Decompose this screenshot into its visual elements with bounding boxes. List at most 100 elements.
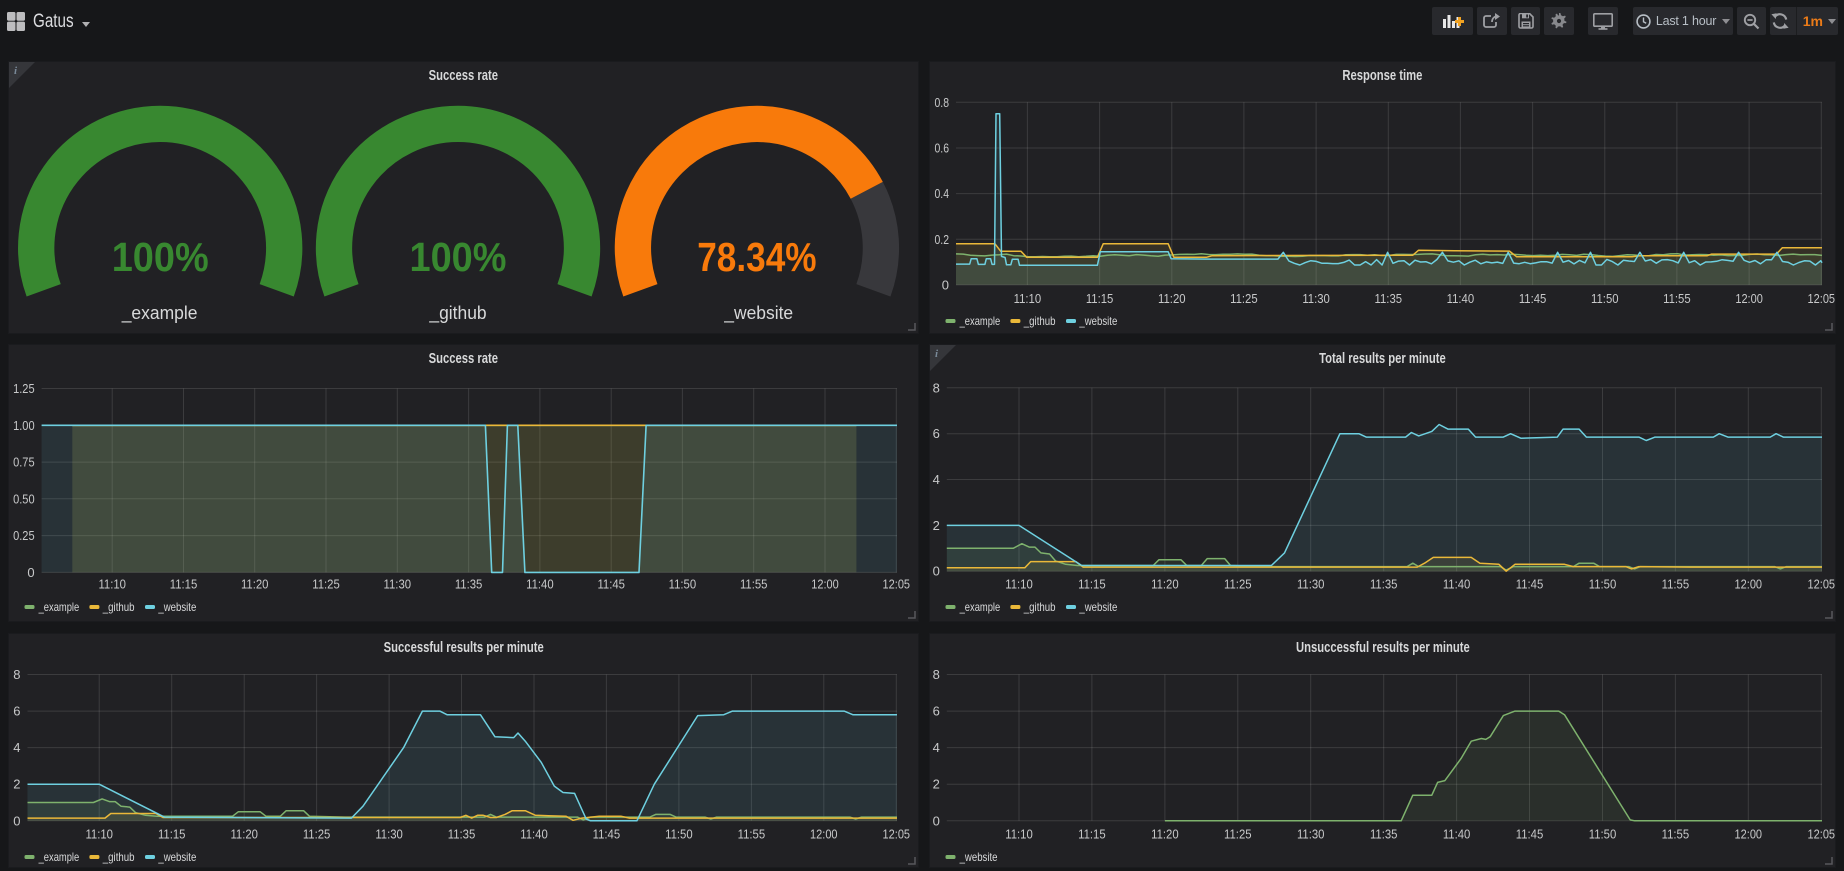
svg-text:1.00: 1.00 [13,418,35,433]
svg-text:4: 4 [933,472,940,487]
svg-text:11:30: 11:30 [1297,827,1325,842]
svg-text:11:20: 11:20 [230,827,258,842]
svg-text:12:00: 12:00 [1735,827,1763,842]
svg-text:11:55: 11:55 [1662,827,1690,842]
svg-text:11:50: 11:50 [1589,827,1617,842]
svg-text:11:50: 11:50 [665,827,693,842]
svg-text:11:15: 11:15 [158,827,186,842]
svg-text:2: 2 [933,518,940,533]
svg-text:11:20: 11:20 [1151,577,1179,592]
svg-text:_example: _example [121,303,198,324]
svg-text:_example: _example [959,314,1001,328]
svg-text:12:05: 12:05 [883,827,911,842]
svg-text:_github: _github [1023,600,1056,614]
svg-text:6: 6 [933,426,940,441]
svg-text:11:45: 11:45 [593,827,621,842]
svg-text:11:30: 11:30 [1297,577,1325,592]
svg-text:11:55: 11:55 [740,577,768,592]
svg-text:11:45: 11:45 [1519,291,1547,306]
svg-text:1.25: 1.25 [13,381,35,396]
svg-text:2: 2 [13,777,20,792]
svg-text:11:40: 11:40 [1443,577,1471,592]
svg-text:_example: _example [38,850,80,864]
svg-text:6: 6 [13,704,20,719]
svg-text:0.8: 0.8 [935,95,950,110]
svg-text:11:35: 11:35 [1370,827,1398,842]
svg-text:4: 4 [13,740,20,755]
svg-text:11:10: 11:10 [1005,827,1033,842]
svg-text:100%: 100% [112,234,209,280]
svg-text:0.25: 0.25 [13,528,35,543]
svg-text:11:50: 11:50 [1591,291,1619,306]
svg-text:11:35: 11:35 [1370,577,1398,592]
svg-text:8: 8 [933,667,940,682]
svg-text:11:30: 11:30 [1302,291,1330,306]
svg-text:0: 0 [27,565,34,580]
svg-text:12:05: 12:05 [1808,291,1836,306]
svg-text:_github: _github [102,850,135,864]
svg-text:11:55: 11:55 [1662,577,1690,592]
svg-text:_website: _website [1079,600,1118,614]
svg-text:11:30: 11:30 [375,827,403,842]
svg-text:11:45: 11:45 [1516,827,1544,842]
svg-text:11:15: 11:15 [1078,577,1106,592]
svg-text:8: 8 [933,380,940,395]
svg-text:0: 0 [933,564,940,579]
svg-text:_website: _website [959,850,998,864]
svg-text:11:10: 11:10 [85,827,113,842]
svg-text:8: 8 [13,667,20,682]
svg-text:0.6: 0.6 [935,141,950,156]
svg-text:12:05: 12:05 [1808,827,1836,842]
svg-text:11:25: 11:25 [1224,577,1252,592]
svg-text:11:25: 11:25 [312,577,340,592]
svg-text:12:05: 12:05 [1808,577,1836,592]
svg-text:11:10: 11:10 [1014,291,1042,306]
svg-text:0.50: 0.50 [13,491,35,506]
svg-text:11:10: 11:10 [1005,577,1033,592]
svg-text:_website: _website [1079,314,1118,328]
svg-text:11:40: 11:40 [1443,827,1471,842]
svg-text:11:10: 11:10 [98,577,126,592]
svg-text:11:25: 11:25 [303,827,331,842]
svg-text:11:15: 11:15 [1078,827,1106,842]
svg-text:78.34%: 78.34% [697,234,816,280]
svg-text:11:50: 11:50 [669,577,697,592]
svg-text:0.75: 0.75 [13,455,35,470]
svg-text:2: 2 [933,777,940,792]
svg-text:11:55: 11:55 [738,827,766,842]
svg-text:11:20: 11:20 [1158,291,1186,306]
svg-text:6: 6 [933,704,940,719]
svg-text:_example: _example [38,600,80,614]
svg-text:11:45: 11:45 [1516,577,1544,592]
svg-text:11:40: 11:40 [1447,291,1475,306]
svg-text:100%: 100% [410,234,507,280]
svg-text:12:00: 12:00 [810,827,838,842]
svg-text:0: 0 [13,813,20,828]
svg-text:11:30: 11:30 [384,577,412,592]
svg-text:11:40: 11:40 [520,827,548,842]
svg-text:0: 0 [933,813,940,828]
svg-text:12:05: 12:05 [883,577,911,592]
svg-text:11:50: 11:50 [1589,577,1617,592]
svg-text:11:35: 11:35 [448,827,476,842]
svg-text:11:20: 11:20 [1151,827,1179,842]
svg-text:11:20: 11:20 [241,577,269,592]
svg-text:11:15: 11:15 [1086,291,1114,306]
svg-text:_github: _github [102,600,135,614]
svg-text:_website: _website [158,600,197,614]
svg-text:0: 0 [942,277,949,292]
svg-text:12:00: 12:00 [1735,291,1763,306]
svg-text:12:00: 12:00 [1735,577,1763,592]
svg-text:_example: _example [959,600,1001,614]
svg-text:11:35: 11:35 [455,577,483,592]
svg-text:0.2: 0.2 [935,232,950,247]
svg-text:11:35: 11:35 [1375,291,1403,306]
svg-text:4: 4 [933,740,940,755]
svg-text:11:25: 11:25 [1230,291,1258,306]
svg-text:11:40: 11:40 [526,577,554,592]
svg-text:_website: _website [158,850,197,864]
svg-text:0.4: 0.4 [935,186,950,201]
svg-text:_github: _github [1023,314,1056,328]
svg-text:_website: _website [723,303,793,324]
svg-text:11:15: 11:15 [170,577,198,592]
